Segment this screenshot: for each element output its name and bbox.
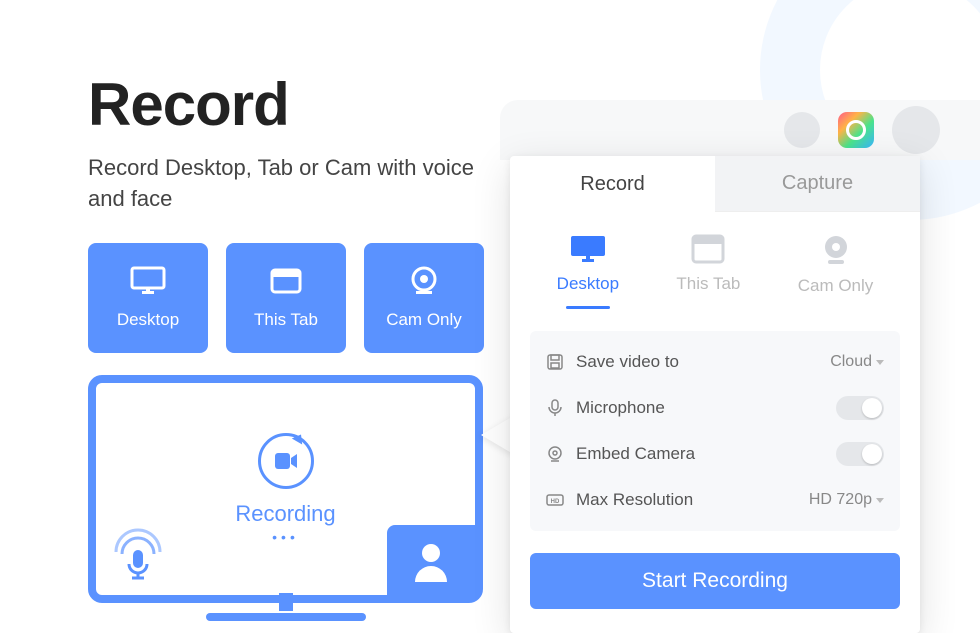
hd-icon: HD — [546, 491, 564, 509]
microphone-toggle[interactable] — [836, 396, 884, 420]
active-underline — [566, 306, 610, 309]
tab-icon — [691, 234, 725, 264]
tab-capture[interactable]: Capture — [715, 156, 920, 212]
setting-value-dropdown[interactable]: HD 720p — [809, 491, 884, 509]
source-label: This Tab — [676, 274, 740, 294]
tab-icon — [268, 266, 304, 296]
browser-toolbar — [500, 100, 980, 160]
setting-value-dropdown[interactable]: Cloud — [830, 353, 884, 371]
extension-popup: Record Capture Desktop This Tab Cam Only… — [510, 156, 920, 633]
mode-tile-row: Desktop This Tab Cam Only — [88, 243, 486, 353]
tab-record[interactable]: Record — [510, 156, 715, 212]
setting-label: Microphone — [576, 398, 824, 418]
microphone-wave-icon — [110, 528, 166, 589]
hero-subtitle: Record Desktop, Tab or Cam with voice an… — [88, 153, 486, 215]
mode-tile-label: Cam Only — [386, 310, 462, 330]
mode-tile-this-tab[interactable]: This Tab — [226, 243, 346, 353]
mode-tile-label: Desktop — [117, 310, 179, 330]
source-cam-only[interactable]: Cam Only — [798, 234, 874, 309]
setting-save-to[interactable]: Save video to Cloud — [546, 339, 884, 385]
recording-preview-monitor: Recording ••• — [88, 375, 483, 603]
save-icon — [546, 353, 564, 371]
webcam-icon — [819, 234, 853, 266]
setting-label: Embed Camera — [576, 444, 824, 464]
settings-panel: Save video to Cloud Microphone Embed Cam… — [530, 331, 900, 531]
source-label: Cam Only — [798, 276, 874, 296]
browser-toolbar-placeholder — [784, 112, 820, 148]
mode-tile-label: This Tab — [254, 310, 318, 330]
source-row: Desktop This Tab Cam Only — [510, 212, 920, 323]
chevron-down-icon — [876, 498, 884, 503]
chevron-down-icon — [876, 360, 884, 365]
recording-dots: ••• — [272, 529, 299, 545]
desktop-icon — [569, 234, 607, 264]
embed-camera-toggle[interactable] — [836, 442, 884, 466]
start-recording-button[interactable]: Start Recording — [530, 553, 900, 609]
extension-icon[interactable] — [838, 112, 874, 148]
camera-icon — [546, 445, 564, 463]
svg-text:HD: HD — [551, 499, 560, 505]
setting-microphone: Microphone — [546, 385, 884, 431]
recording-indicator-icon — [258, 433, 314, 489]
source-desktop[interactable]: Desktop — [557, 234, 619, 309]
desktop-icon — [130, 266, 166, 296]
setting-embed-camera: Embed Camera — [546, 431, 884, 477]
source-this-tab[interactable]: This Tab — [676, 234, 740, 309]
webcam-icon — [406, 266, 442, 296]
recording-status-label: Recording — [235, 501, 335, 527]
setting-label: Max Resolution — [576, 490, 797, 510]
source-label: Desktop — [557, 274, 619, 294]
hero-section: Record Record Desktop, Tab or Cam with v… — [88, 70, 486, 603]
mode-tile-desktop[interactable]: Desktop — [88, 243, 208, 353]
camera-pip-avatar — [387, 525, 475, 595]
setting-label: Save video to — [576, 352, 818, 372]
browser-avatar-placeholder — [892, 106, 940, 154]
hero-title: Record — [88, 70, 486, 139]
setting-max-resolution[interactable]: HD Max Resolution HD 720p — [546, 477, 884, 523]
mode-tile-cam-only[interactable]: Cam Only — [364, 243, 484, 353]
microphone-icon — [546, 399, 564, 417]
popup-tabs: Record Capture — [510, 156, 920, 212]
